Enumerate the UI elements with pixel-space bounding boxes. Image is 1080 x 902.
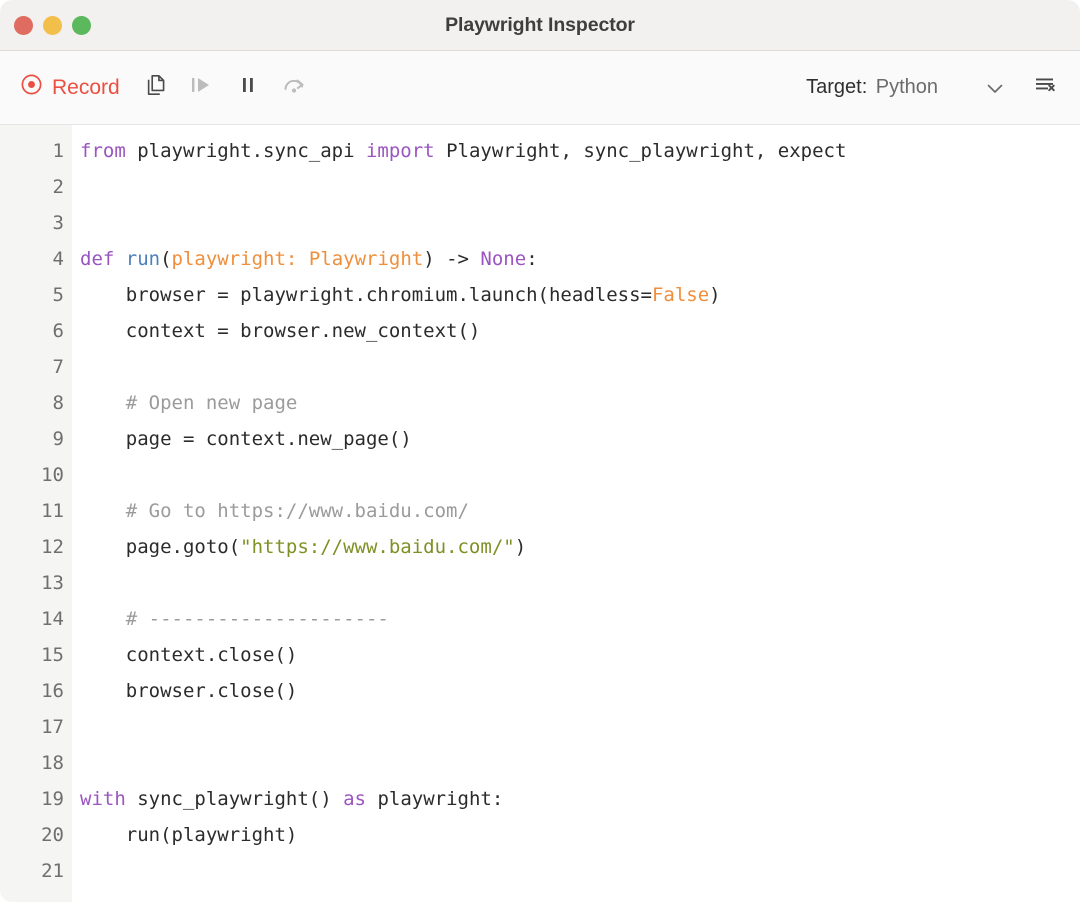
line-number: 8 [52,392,64,414]
line-number: 20 [41,824,64,846]
line-number: 10 [41,464,64,486]
code-token-pl: ) -> [423,248,481,270]
code-token-pl: browser = playwright.chromium.launch(hea… [80,284,652,306]
resume-button[interactable] [180,66,224,110]
pause-icon [235,72,261,103]
minimize-window-button[interactable] [43,15,62,35]
code-editor[interactable]: 1 2 3 4 5 6 7 8 9 10 11 12 13 14 15 16 17 18 19 20 21 from p… [0,125,1080,902]
code-line[interactable]: def run(playwright: Playwright) -> None: [80,241,1080,277]
line-number: 12 [41,536,64,558]
line-number: 1 [52,140,64,162]
line-number: 19 [41,788,64,810]
code-token-par: playwright: Playwright [171,248,424,270]
code-token-com: # Go to https://www.baidu.com/ [80,500,469,522]
code-token-pl: ( [160,248,172,270]
code-token-com: # Open new page [80,392,298,414]
clear-log-button[interactable] [1024,66,1066,110]
chevron-down-icon[interactable] [966,66,1024,110]
pause-button[interactable] [226,66,270,110]
code-line[interactable]: # --------------------- [80,601,1080,637]
line-number: 15 [41,644,64,666]
code-token-str: "https://www.baidu.com/" [240,536,515,558]
code-token-kw: def [80,248,126,270]
code-token-pl: : [526,248,538,270]
code-line[interactable] [80,745,1080,781]
step-over-button[interactable] [272,66,316,110]
close-window-button[interactable] [14,15,33,35]
line-number: 18 [41,752,64,774]
target-value: Python [875,76,938,98]
line-number: 14 [41,608,64,630]
window-title: Playwright Inspector [445,13,635,36]
code-token-pl: context.close() [80,644,298,666]
line-number: 11 [41,500,64,522]
code-token-lit: False [651,284,710,306]
record-button[interactable]: Record [16,71,124,104]
line-number: 13 [41,572,64,594]
line-number: 5 [52,284,64,306]
code-line[interactable] [80,349,1080,385]
toolbar: Record Target: Python [0,51,1080,125]
code-token-kw: import [365,140,447,162]
code-line[interactable] [80,205,1080,241]
line-number: 21 [41,860,64,882]
line-number-gutter: 1 2 3 4 5 6 7 8 9 10 11 12 13 14 15 16 17 18 19 20 21 [0,125,72,902]
code-line[interactable] [80,565,1080,601]
code-token-kw: None [480,248,527,270]
code-token-fn: run [125,248,161,270]
code-line[interactable]: page.goto("https://www.baidu.com/") [80,529,1080,565]
code-line[interactable]: context.close() [80,637,1080,673]
line-number: 17 [41,716,64,738]
code-token-pl: sync_playwright() [137,788,344,810]
clear-log-icon [1032,72,1058,103]
code-line[interactable]: # Go to https://www.baidu.com/ [80,493,1080,529]
code-token-com: # --------------------- [80,608,389,630]
step-over-icon [280,72,308,103]
code-content[interactable]: from playwright.sync_api import Playwrig… [72,125,1080,902]
code-token-pl: browser.close() [80,680,298,702]
code-token-pl: playwright.sync_api [137,140,366,162]
code-line[interactable]: browser = playwright.chromium.launch(hea… [80,277,1080,313]
traffic-light-group [14,0,91,50]
target-label: Target: [806,76,868,98]
line-number: 4 [52,248,64,270]
code-line[interactable]: run(playwright) [80,817,1080,853]
code-token-pl: ) [514,536,527,558]
line-number: 6 [52,320,64,342]
code-token-pl: page.goto( [80,536,241,558]
copy-button[interactable] [134,66,178,110]
record-label: Record [52,75,120,99]
code-token-pl: Playwright, sync_playwright, expect [446,140,847,162]
code-token-pl: ) [709,284,721,306]
code-line[interactable]: page = context.new_page() [80,421,1080,457]
code-line[interactable] [80,709,1080,745]
maximize-window-button[interactable] [72,15,91,35]
line-number: 16 [41,680,64,702]
code-token-kw: with [80,788,138,810]
code-token-pl: playwright: [377,788,504,810]
code-token-pl: page = context.new_page() [80,428,412,450]
code-line[interactable]: browser.close() [80,673,1080,709]
code-token-kw: as [343,788,378,810]
line-number: 7 [52,356,64,378]
code-token-pl: context = browser.new_context() [80,320,481,342]
code-line[interactable]: # Open new page [80,385,1080,421]
copy-icon [143,72,169,103]
code-line[interactable]: context = browser.new_context() [80,313,1080,349]
code-line[interactable]: from playwright.sync_api import Playwrig… [80,133,1080,169]
record-icon [20,73,43,102]
code-line[interactable]: with sync_playwright() as playwright: [80,781,1080,817]
resume-icon [187,72,217,103]
playwright-inspector-window: Playwright Inspector Record Target: Pyth… [0,0,1080,902]
code-token-kw: from [80,140,138,162]
target-selector[interactable]: Target: Python [806,66,1024,110]
code-line[interactable] [80,169,1080,205]
line-number: 3 [52,212,64,234]
title-bar: Playwright Inspector [0,0,1080,51]
code-line[interactable] [80,457,1080,493]
code-line[interactable] [80,853,1080,889]
line-number: 9 [52,428,64,450]
line-number: 2 [52,176,64,198]
code-token-pl: run(playwright) [80,824,298,846]
